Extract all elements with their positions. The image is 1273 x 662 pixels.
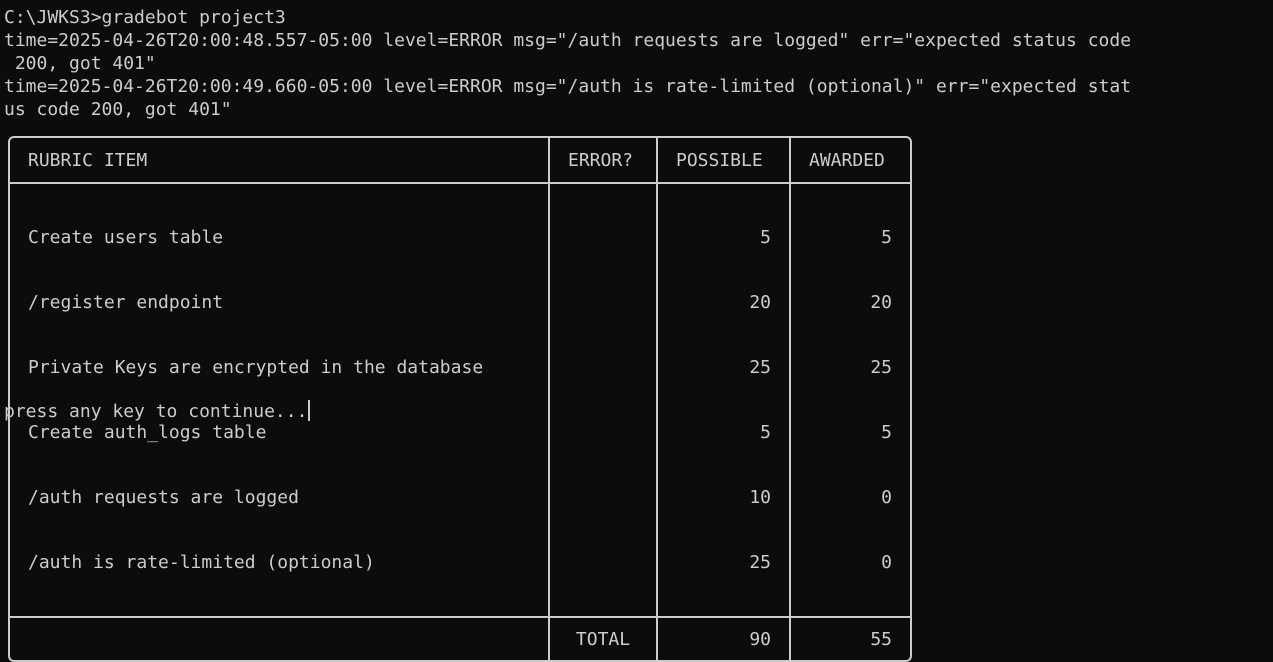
rubric-item: /register endpoint <box>28 292 224 313</box>
error-value <box>568 291 638 314</box>
total-label: TOTAL <box>550 618 658 660</box>
log-line: us code 200, got 401" <box>4 99 232 120</box>
awarded-value: 20 <box>870 292 892 313</box>
text-cursor <box>308 400 311 421</box>
possible-value: 25 <box>749 552 771 573</box>
table-total-row: TOTAL 90 55 <box>10 618 910 660</box>
rubric-item: Create users table <box>28 227 224 248</box>
terminal-output: C:\JWKS3>gradebot project3 time=2025-04-… <box>4 6 1269 121</box>
awarded-column: 5 20 25 5 0 0 <box>791 184 910 618</box>
prompt-text: press any key to continue... <box>4 401 308 422</box>
rubric-table: RUBRIC ITEM ERROR? POSSIBLE AWARDED Crea… <box>8 136 912 662</box>
possible-value: 5 <box>760 422 771 443</box>
error-value <box>568 486 638 509</box>
log-line: 200, got 401" <box>4 53 156 74</box>
header-awarded: AWARDED <box>791 138 910 184</box>
possible-value: 25 <box>749 357 771 378</box>
error-value <box>568 551 638 574</box>
continue-prompt[interactable]: press any key to continue... <box>4 400 311 423</box>
awarded-value: 5 <box>881 227 892 248</box>
command-line: C:\JWKS3>gradebot project3 <box>4 7 286 28</box>
log-line: time=2025-04-26T20:00:49.660-05:00 level… <box>4 76 1132 97</box>
rubric-item: Private Keys are encrypted in the databa… <box>28 357 484 378</box>
rubric-item: Create auth_logs table <box>28 422 267 443</box>
awarded-value: 5 <box>881 422 892 443</box>
possible-value: 5 <box>760 227 771 248</box>
error-value <box>568 421 638 444</box>
header-error: ERROR? <box>550 138 658 184</box>
total-possible: 90 <box>658 618 791 660</box>
total-empty-cell <box>10 618 550 660</box>
total-awarded: 55 <box>870 628 892 650</box>
error-column <box>550 184 658 618</box>
possible-value: 20 <box>749 292 771 313</box>
rubric-item: /auth is rate-limited (optional) <box>28 552 375 573</box>
awarded-value: 0 <box>881 487 892 508</box>
header-possible: POSSIBLE <box>658 138 791 184</box>
error-value <box>568 226 638 249</box>
error-value <box>568 356 638 379</box>
rubric-item: /auth requests are logged <box>28 487 299 508</box>
possible-column: 5 20 25 5 10 25 <box>658 184 791 618</box>
header-rubric-item: RUBRIC ITEM <box>10 138 550 184</box>
possible-value: 10 <box>749 487 771 508</box>
log-line: time=2025-04-26T20:00:48.557-05:00 level… <box>4 30 1132 51</box>
awarded-value: 25 <box>870 357 892 378</box>
awarded-value: 0 <box>881 552 892 573</box>
table-header-row: RUBRIC ITEM ERROR? POSSIBLE AWARDED <box>10 138 910 184</box>
